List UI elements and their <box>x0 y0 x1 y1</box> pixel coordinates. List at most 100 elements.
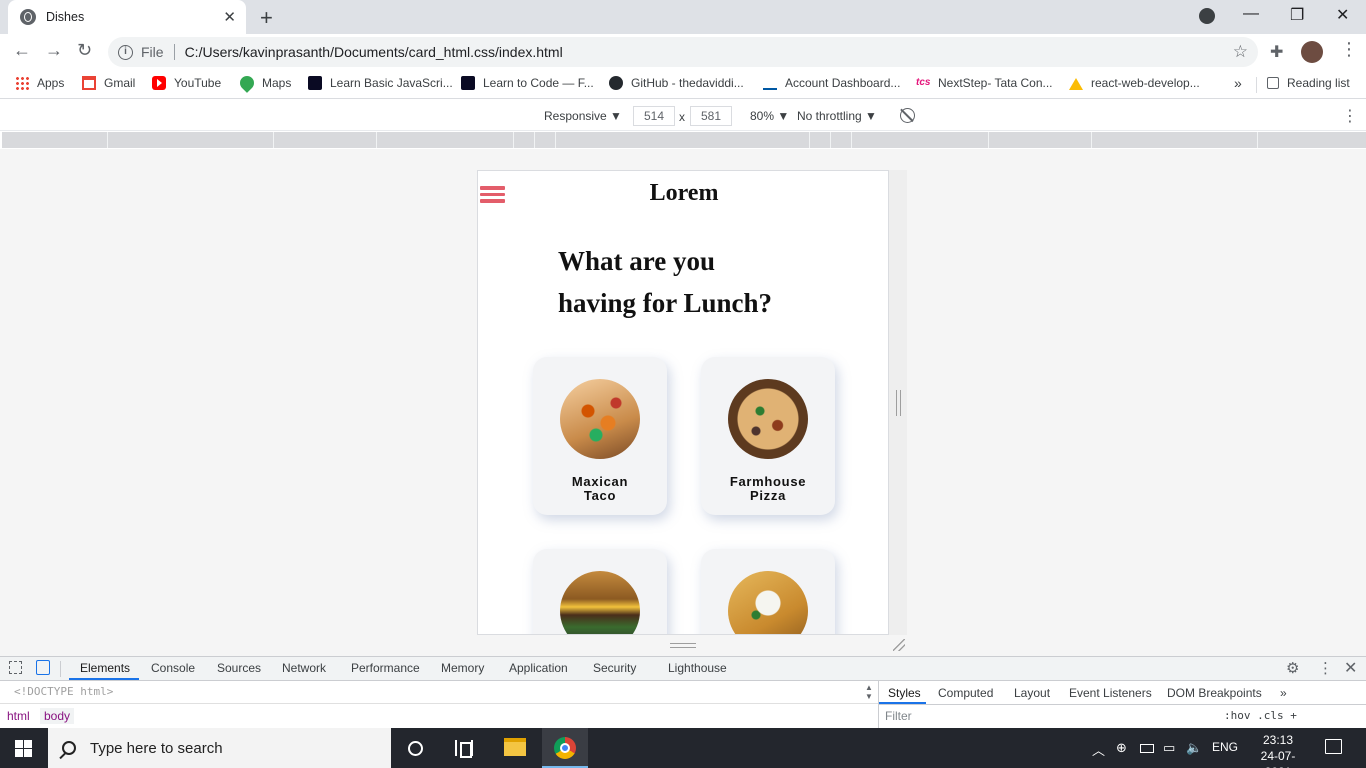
viewport-height-input[interactable]: 581 <box>690 106 732 126</box>
bookmarks-overflow-button[interactable]: » <box>1234 75 1242 91</box>
cortana-icon[interactable] <box>408 741 423 756</box>
styles-tab-layout[interactable]: Layout <box>1014 686 1050 700</box>
resize-handle-corner[interactable] <box>893 639 905 651</box>
dish-card-burger[interactable] <box>533 549 667 634</box>
maps-icon <box>237 73 257 93</box>
reload-icon[interactable]: ↻ <box>77 40 92 61</box>
device-toolbar-menu-icon[interactable]: ⋮ <box>1342 106 1358 126</box>
info-icon[interactable]: i <box>118 44 133 60</box>
settings-gear-icon[interactable]: ⚙ <box>1286 659 1299 677</box>
hov-cls-buttons[interactable]: :hov .cls + <box>1224 709 1297 722</box>
freecodecamp-icon <box>308 76 322 90</box>
profile-avatar[interactable] <box>1301 41 1323 63</box>
volume-icon[interactable]: 🔈 <box>1186 740 1202 756</box>
restore-button[interactable]: ❐ <box>1290 5 1304 25</box>
minimize-button[interactable]: — <box>1243 5 1259 23</box>
styles-pane: Styles Computed Layout Event Listeners D… <box>878 681 1366 729</box>
meet-now-icon[interactable]: ▭ <box>1163 740 1175 756</box>
action-center-icon[interactable] <box>1325 739 1342 754</box>
inspect-element-icon[interactable] <box>9 661 22 674</box>
input-language[interactable]: ENG <box>1212 740 1238 754</box>
tcs-icon: tcs <box>916 77 931 88</box>
extensions-puzzle-icon[interactable]: ✚ <box>1270 42 1283 62</box>
styles-tab-computed[interactable]: Computed <box>938 686 993 700</box>
devtools-divider <box>60 661 61 677</box>
devtools-close-icon[interactable]: ✕ <box>1344 658 1357 678</box>
devtools-menu-icon[interactable]: ⋮ <box>1318 659 1333 677</box>
browser-tab[interactable]: Dishes ✕ <box>8 0 246 34</box>
github-icon <box>609 76 623 90</box>
bookmark-maps[interactable]: Maps <box>237 73 291 93</box>
windows-taskbar: Type here to search ︿ ⊕ ▭ 🔈 ENG 23:13 24… <box>0 728 1366 768</box>
toggle-device-icon[interactable] <box>36 660 50 675</box>
pizza-image <box>728 379 808 459</box>
emulated-page: Lorem What are you having for Lunch? Max… <box>477 170 889 635</box>
breadcrumb-html[interactable]: html <box>3 708 34 724</box>
rotate-disabled-icon[interactable] <box>900 108 915 123</box>
styles-tab-event-listeners[interactable]: Event Listeners <box>1069 686 1152 700</box>
chrome-menu-icon[interactable]: ⋮ <box>1340 39 1358 60</box>
brand-title: Lorem <box>649 180 719 206</box>
devtools-tab-lighthouse[interactable]: Lighthouse <box>668 661 727 675</box>
new-tab-button[interactable]: + <box>260 5 273 31</box>
forward-arrow-icon[interactable]: → <box>45 40 63 61</box>
bookmark-account-dashboard[interactable]: Account Dashboard... <box>763 76 900 90</box>
windows-start-icon[interactable] <box>15 740 32 757</box>
styles-tab-dom-breakpoints[interactable]: DOM Breakpoints <box>1167 686 1262 700</box>
devtools-tab-console[interactable]: Console <box>151 661 195 675</box>
bookmark-github[interactable]: GitHub - thedaviddi... <box>609 76 744 90</box>
address-bar[interactable]: i File C:/Users/kavinprasanth/Documents/… <box>108 37 1258 67</box>
reading-list-icon <box>1267 77 1279 89</box>
reading-list-button[interactable]: Reading list <box>1267 76 1350 90</box>
styles-filter-input[interactable]: Filter <box>885 709 912 723</box>
url-text[interactable]: C:/Users/kavinprasanth/Documents/card_ht… <box>185 44 1233 60</box>
dom-scroll-arrows[interactable]: ▲ ▼ <box>863 683 875 703</box>
bookmark-learn-to-code[interactable]: Learn to Code — F... <box>461 76 594 90</box>
bookmark-youtube[interactable]: YouTube <box>152 76 221 90</box>
devtools-tab-elements[interactable]: Elements <box>80 661 130 675</box>
resize-handle-right[interactable] <box>896 390 901 416</box>
freecodecamp-icon <box>461 76 475 90</box>
bookmark-nextstep-tcs[interactable]: tcs NextStep- Tata Con... <box>916 76 1053 90</box>
task-view-icon[interactable] <box>455 740 473 758</box>
styles-tabs-overflow[interactable]: » <box>1280 686 1287 700</box>
resize-handle-bottom[interactable] <box>670 643 696 648</box>
show-hidden-icons-chevron[interactable]: ︿ <box>1092 740 1105 759</box>
bookmark-label: Gmail <box>104 76 136 90</box>
dish-card-pizza[interactable]: Farmhouse Pizza <box>701 357 835 515</box>
devtools-tab-performance[interactable]: Performance <box>351 661 420 675</box>
dish-card-taco[interactable]: Maxican Taco <box>533 357 667 515</box>
zoom-dropdown[interactable]: 80% ▼ <box>750 109 789 123</box>
devtools-tab-memory[interactable]: Memory <box>441 661 484 675</box>
throttling-dropdown[interactable]: No throttling ▼ <box>797 109 877 123</box>
device-mode-dropdown[interactable]: Responsive ▼ <box>544 109 622 123</box>
bookmark-apps[interactable]: Apps <box>15 76 64 90</box>
dish-card-nachos[interactable] <box>701 549 835 634</box>
taskbar-search-box[interactable]: Type here to search <box>48 728 391 768</box>
file-explorer-icon[interactable] <box>504 738 526 756</box>
system-clock[interactable]: 23:13 24-07-2021 <box>1250 732 1306 768</box>
bookmark-learn-js[interactable]: Learn Basic JavaScri... <box>308 76 453 90</box>
styles-tab-styles[interactable]: Styles <box>888 686 921 700</box>
tab-search-icon[interactable] <box>1199 8 1215 24</box>
back-arrow-icon[interactable]: ← <box>13 40 31 61</box>
devtools-tab-application[interactable]: Application <box>509 661 568 675</box>
bookmark-react-web[interactable]: react-web-develop... <box>1069 76 1200 90</box>
viewport-width-input[interactable]: 514 <box>633 106 675 126</box>
bookmark-label: YouTube <box>174 76 222 90</box>
dom-doctype-line[interactable]: <!DOCTYPE html> <box>14 685 113 698</box>
devtools-tab-security[interactable]: Security <box>593 661 636 675</box>
battery-icon[interactable] <box>1140 744 1154 753</box>
close-window-button[interactable]: ✕ <box>1336 5 1349 25</box>
media-query-bar[interactable] <box>2 132 1366 148</box>
breadcrumb-body[interactable]: body <box>40 708 75 724</box>
bookmark-star-icon[interactable]: ☆ <box>1233 42 1248 62</box>
page-headline: What are you having for Lunch? <box>558 240 858 324</box>
chrome-taskbar-button[interactable] <box>542 728 588 768</box>
styles-tabbar: Styles Computed Layout Event Listeners D… <box>879 681 1366 705</box>
bookmark-gmail[interactable]: Gmail <box>82 76 135 90</box>
tab-close-icon[interactable]: ✕ <box>223 8 236 26</box>
devtools-tab-network[interactable]: Network <box>282 661 326 675</box>
network-globe-icon[interactable]: ⊕ <box>1116 740 1127 756</box>
devtools-tab-sources[interactable]: Sources <box>217 661 261 675</box>
